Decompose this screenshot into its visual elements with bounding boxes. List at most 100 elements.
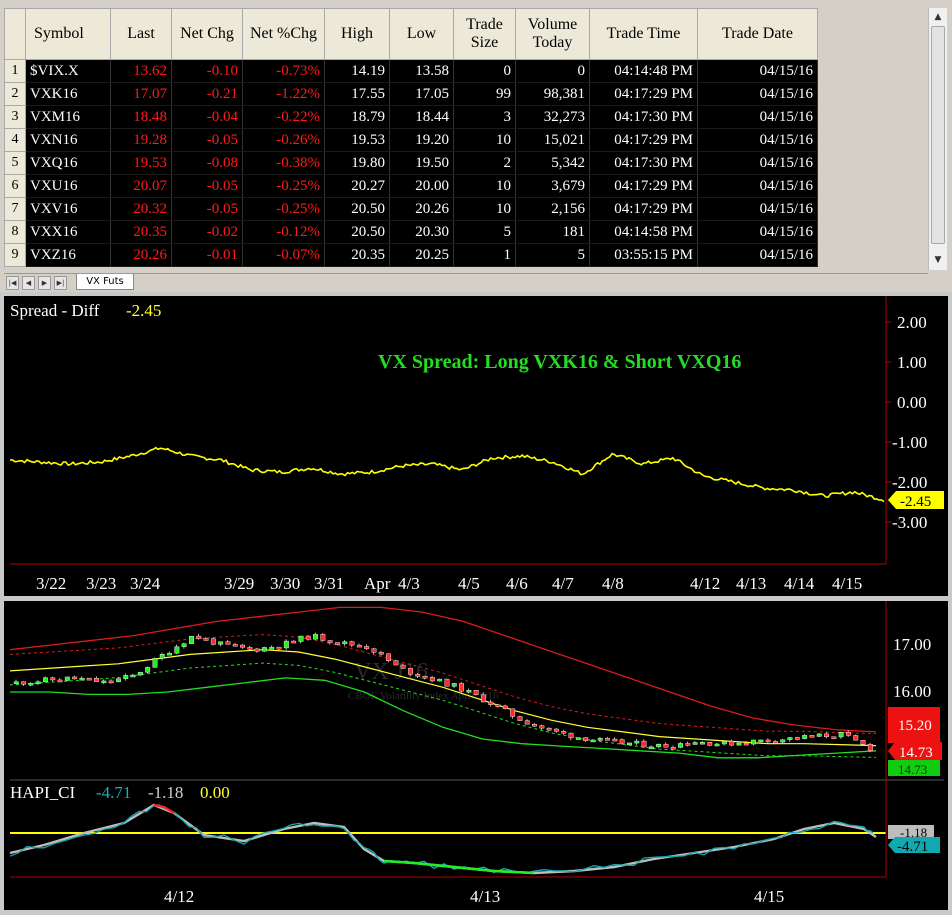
cell-net-chg[interactable]: -0.10 [171,59,243,83]
vertical-scrollbar[interactable]: ▲ ▼ [928,8,947,270]
col-trade-size[interactable]: Trade Size [453,8,516,60]
table-row[interactable]: 3 VXM16 18.48 -0.04 -0.22% 18.79 18.44 3 32,273 0… [4,105,818,129]
next-sheet-icon[interactable]: ▶ [38,276,51,290]
cell-low[interactable]: 20.26 [389,197,454,221]
cell-symbol[interactable]: VXK16 [25,82,111,106]
cell-net-chg[interactable]: -0.21 [171,82,243,106]
col-net-pct[interactable]: Net %Chg [242,8,325,60]
cell-net-pct[interactable]: -0.12% [242,220,325,244]
cell-volume[interactable]: 181 [515,220,590,244]
cell-date[interactable]: 04/15/16 [697,220,818,244]
cell-size[interactable]: 10 [453,197,516,221]
cell-low[interactable]: 20.30 [389,220,454,244]
row-number[interactable]: 2 [4,82,26,106]
scroll-thumb[interactable] [931,26,945,244]
cell-volume[interactable]: 98,381 [515,82,590,106]
col-high[interactable]: High [324,8,390,60]
cell-last[interactable]: 19.28 [110,128,172,152]
cell-volume[interactable]: 5 [515,243,590,267]
row-number[interactable]: 5 [4,151,26,175]
cell-time[interactable]: 04:17:30 PM [589,105,698,129]
cell-net-pct[interactable]: -0.25% [242,174,325,198]
cell-symbol[interactable]: VXM16 [25,105,111,129]
cell-volume[interactable]: 3,679 [515,174,590,198]
first-sheet-icon[interactable]: |◀ [6,276,19,290]
row-number[interactable]: 3 [4,105,26,129]
cell-symbol[interactable]: VXU16 [25,174,111,198]
cell-net-chg[interactable]: -0.05 [171,174,243,198]
cell-last[interactable]: 19.53 [110,151,172,175]
cell-size[interactable]: 1 [453,243,516,267]
cell-last[interactable]: 18.48 [110,105,172,129]
cell-size[interactable]: 3 [453,105,516,129]
table-row[interactable]: 7 VXV16 20.32 -0.05 -0.25% 20.50 20.26 10 2,156 0… [4,197,818,221]
cell-net-pct[interactable]: -1.22% [242,82,325,106]
cell-high[interactable]: 20.50 [324,197,390,221]
cell-time[interactable]: 04:17:29 PM [589,197,698,221]
cell-last[interactable]: 20.35 [110,220,172,244]
table-row[interactable]: 6 VXU16 20.07 -0.05 -0.25% 20.27 20.00 10 3,679 0… [4,174,818,198]
cell-time[interactable]: 04:17:29 PM [589,82,698,106]
price-chart[interactable]: VX J16 CBOE Volatility Index April 2016 … [4,601,948,910]
cell-net-chg[interactable]: -0.02 [171,220,243,244]
row-number[interactable]: 4 [4,128,26,152]
cell-volume[interactable]: 15,021 [515,128,590,152]
cell-net-chg[interactable]: -0.01 [171,243,243,267]
cell-time[interactable]: 03:55:15 PM [589,243,698,267]
price-chart-panel[interactable]: VX J16 CBOE Volatility Index April 2016 … [4,601,948,910]
cell-symbol[interactable]: VXZ16 [25,243,111,267]
col-last[interactable]: Last [110,8,172,60]
table-row[interactable]: 8 VXX16 20.35 -0.02 -0.12% 20.50 20.30 5 181 04:1… [4,220,818,244]
cell-size[interactable]: 2 [453,151,516,175]
cell-volume[interactable]: 0 [515,59,590,83]
cell-last[interactable]: 17.07 [110,82,172,106]
cell-date[interactable]: 04/15/16 [697,151,818,175]
cell-high[interactable]: 18.79 [324,105,390,129]
cell-high[interactable]: 14.19 [324,59,390,83]
cell-low[interactable]: 19.20 [389,128,454,152]
cell-time[interactable]: 04:17:30 PM [589,151,698,175]
cell-high[interactable]: 20.50 [324,220,390,244]
cell-high[interactable]: 19.53 [324,128,390,152]
cell-net-pct[interactable]: -0.07% [242,243,325,267]
col-symbol[interactable]: Symbol [25,8,111,60]
cell-time[interactable]: 04:17:29 PM [589,128,698,152]
table-row[interactable]: 5 VXQ16 19.53 -0.08 -0.38% 19.80 19.50 2 5,342 04… [4,151,818,175]
cell-date[interactable]: 04/15/16 [697,243,818,267]
cell-date[interactable]: 04/15/16 [697,59,818,83]
cell-time[interactable]: 04:14:48 PM [589,59,698,83]
cell-net-chg[interactable]: -0.08 [171,151,243,175]
col-trade-time[interactable]: Trade Time [589,8,698,60]
cell-net-pct[interactable]: -0.73% [242,59,325,83]
cell-low[interactable]: 13.58 [389,59,454,83]
cell-low[interactable]: 20.00 [389,174,454,198]
cell-symbol[interactable]: VXX16 [25,220,111,244]
cell-symbol[interactable]: VXQ16 [25,151,111,175]
cell-high[interactable]: 19.80 [324,151,390,175]
cell-size[interactable]: 10 [453,174,516,198]
row-number[interactable]: 6 [4,174,26,198]
prev-sheet-icon[interactable]: ◀ [22,276,35,290]
cell-low[interactable]: 17.05 [389,82,454,106]
cell-symbol[interactable]: VXN16 [25,128,111,152]
cell-symbol[interactable]: $VIX.X [25,59,111,83]
cell-net-chg[interactable]: -0.05 [171,128,243,152]
cell-volume[interactable]: 32,273 [515,105,590,129]
spread-chart[interactable]: Spread - Diff -2.45 VX Spread: Long VXK1… [4,296,948,596]
spread-chart-panel[interactable]: Spread - Diff -2.45 VX Spread: Long VXK1… [4,296,948,596]
col-volume[interactable]: Volume Today [515,8,590,60]
cell-date[interactable]: 04/15/16 [697,105,818,129]
cell-low[interactable]: 20.25 [389,243,454,267]
row-number[interactable]: 7 [4,197,26,221]
cell-net-pct[interactable]: -0.22% [242,105,325,129]
cell-last[interactable]: 20.26 [110,243,172,267]
cell-size[interactable]: 5 [453,220,516,244]
col-trade-date[interactable]: Trade Date [697,8,818,60]
row-number[interactable]: 8 [4,220,26,244]
cell-last[interactable]: 20.32 [110,197,172,221]
cell-time[interactable]: 04:14:58 PM [589,220,698,244]
row-number[interactable]: 1 [4,59,26,83]
scroll-down-icon[interactable]: ▼ [931,253,945,267]
cell-volume[interactable]: 2,156 [515,197,590,221]
cell-date[interactable]: 04/15/16 [697,174,818,198]
